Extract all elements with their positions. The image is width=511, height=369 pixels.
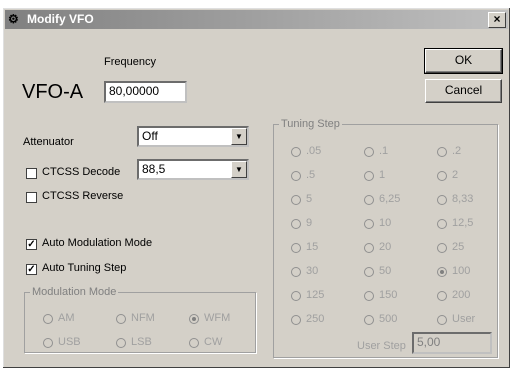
frequency-label: Frequency (104, 56, 156, 68)
user-step-label: User Step (357, 340, 406, 352)
tuning-step-group: Tuning Step .05.1.2.5 1 2 5 6,25 8,33 9 10 12,5 1… (273, 118, 498, 358)
modulation-option-radio[interactable] (43, 338, 53, 348)
modulation-option-label: LSB (131, 336, 152, 348)
auto-tuning-checkbox[interactable]: ✓ (26, 264, 37, 275)
tuning-step-option-label: 250 (306, 313, 325, 325)
modulation-option-radio[interactable] (116, 338, 126, 348)
tuning-step-option-radio[interactable] (291, 195, 301, 205)
modulation-option-radio[interactable] (189, 338, 199, 348)
tuning-step-option-label: .05 (306, 145, 322, 157)
close-button[interactable]: × (488, 12, 506, 28)
tuning-step-option-label: 2 (452, 169, 459, 181)
tuning-step-option-radio[interactable] (364, 291, 374, 301)
tuning-step-option-radio[interactable] (364, 219, 374, 229)
tuning-step-option-label: 20 (379, 241, 392, 253)
tuning-step-option-label: 5 (306, 193, 313, 205)
tuning-step-option-label: User (452, 313, 476, 325)
tuning-step-option-label: .5 (306, 169, 316, 181)
modulation-option-radio[interactable] (189, 314, 199, 324)
tuning-step-option-radio[interactable] (437, 315, 447, 325)
auto-tuning-label: Auto Tuning Step (42, 262, 127, 274)
tuning-step-option-radio[interactable] (291, 171, 301, 181)
tuning-step-option-label: 6,25 (379, 193, 401, 205)
tuning-step-option-label: 30 (306, 265, 319, 277)
tuning-step-option-radio[interactable] (364, 147, 374, 157)
attenuator-value: Off (142, 129, 158, 143)
frequency-input[interactable]: 80,00000 (104, 81, 187, 103)
modulation-option-label: USB (58, 336, 81, 348)
tuning-step-option-radio[interactable] (364, 195, 374, 205)
auto-modulation-label: Auto Modulation Mode (42, 237, 153, 249)
title-bar[interactable]: ⚙ Modify VFO × (5, 10, 508, 29)
tuning-step-option-label: 9 (306, 217, 313, 229)
cancel-button[interactable]: Cancel (425, 79, 502, 103)
attenuator-label: Attenuator (23, 136, 74, 148)
app-icon: ⚙ (8, 12, 19, 26)
tuning-step-option-radio[interactable] (291, 243, 301, 253)
tuning-step-option-radio[interactable] (437, 219, 447, 229)
modify-vfo-dialog: ⚙ Modify VFO × Frequency VFO-A 80,00000 … (2, 7, 511, 369)
tuning-step-option-label: 25 (452, 241, 465, 253)
tuning-step-option-label: .1 (379, 145, 389, 157)
tuning-step-option-radio[interactable] (364, 171, 374, 181)
tuning-step-option-label: 500 (379, 313, 398, 325)
modulation-option-radio[interactable] (116, 314, 126, 324)
tuning-step-option-label: 50 (379, 265, 392, 277)
ctcss-tone-value: 88,5 (142, 162, 166, 176)
modulation-option-label: CW (204, 336, 223, 348)
tuning-step-option-radio[interactable] (291, 315, 301, 325)
tuning-step-option-radio[interactable] (364, 315, 374, 325)
tuning-step-option-label: 100 (452, 265, 471, 277)
tuning-step-option-radio[interactable] (291, 267, 301, 277)
modulation-option-label: NFM (131, 312, 155, 324)
ctcss-decode-checkbox[interactable] (26, 168, 37, 179)
tuning-step-option-label: 8,33 (452, 193, 474, 205)
modulation-mode-title: Modulation Mode (30, 286, 119, 298)
modulation-option-label: AM (58, 312, 75, 324)
vfo-label: VFO-A (22, 81, 84, 103)
tuning-step-option-label: 12,5 (452, 217, 474, 229)
tuning-step-option-radio[interactable] (364, 243, 374, 253)
tuning-step-option-radio[interactable] (437, 291, 447, 301)
ctcss-reverse-label: CTCSS Reverse (42, 190, 124, 202)
ctcss-tone-select[interactable]: 88,5 ▼ (137, 159, 249, 180)
tuning-step-option-radio[interactable] (291, 219, 301, 229)
window-title: Modify VFO (27, 12, 94, 26)
attenuator-select[interactable]: Off ▼ (137, 126, 249, 147)
tuning-step-option-label: .2 (452, 145, 462, 157)
tuning-step-option-label: 1 (379, 169, 386, 181)
tuning-step-title: Tuning Step (279, 118, 342, 130)
user-step-input[interactable]: 5,00 (412, 332, 492, 354)
tuning-step-option-label: 10 (379, 217, 392, 229)
auto-modulation-checkbox[interactable]: ✓ (26, 239, 37, 250)
tuning-step-option-radio[interactable] (437, 147, 447, 157)
chevron-down-icon[interactable]: ▼ (231, 161, 247, 178)
tuning-step-option-radio[interactable] (291, 147, 301, 157)
tuning-step-option-label: 200 (452, 289, 471, 301)
ok-button[interactable]: OK (424, 48, 503, 74)
tuning-step-option-radio[interactable] (291, 291, 301, 301)
tuning-step-option-label: 15 (306, 241, 319, 253)
tuning-step-option-label: 125 (306, 289, 325, 301)
ctcss-reverse-checkbox[interactable] (26, 192, 37, 203)
ctcss-decode-label: CTCSS Decode (42, 166, 121, 178)
modulation-mode-group: Modulation Mode AM NFM WFM USB LSB CW (24, 286, 256, 353)
tuning-step-option-label: 150 (379, 289, 398, 301)
tuning-step-option-radio[interactable] (364, 267, 374, 277)
chevron-down-icon[interactable]: ▼ (231, 128, 247, 145)
modulation-option-label: WFM (204, 312, 231, 324)
tuning-step-option-radio[interactable] (437, 195, 447, 205)
tuning-step-option-radio[interactable] (437, 267, 447, 277)
tuning-step-option-radio[interactable] (437, 243, 447, 253)
modulation-option-radio[interactable] (43, 314, 53, 324)
tuning-step-option-radio[interactable] (437, 171, 447, 181)
